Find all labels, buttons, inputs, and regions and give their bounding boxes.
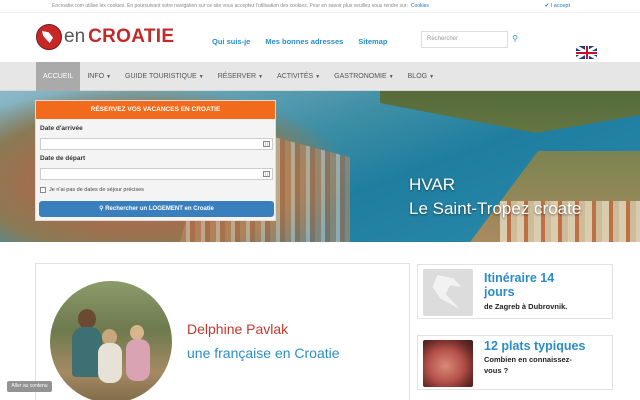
cookie-text: Encroatie.com utilise les cookies. En po… bbox=[52, 3, 408, 9]
author-photo bbox=[50, 281, 172, 400]
nav-item-gastronomie[interactable]: Gastronomie ▼ bbox=[327, 62, 400, 91]
arrival-date-field[interactable] bbox=[40, 138, 273, 150]
cookie-policy-link[interactable]: Cookies bbox=[411, 3, 429, 9]
arrival-label: Date d'arrivée bbox=[40, 125, 83, 132]
cookie-accept-button[interactable]: ✔ I accept bbox=[545, 3, 570, 9]
link-mes-bonnes-adresses[interactable]: Mes bonnes adresses bbox=[265, 37, 343, 46]
author-profile: Delphine Pavlak une française en Croatie bbox=[35, 263, 410, 400]
site-header: en CROATIE Qui suis-je Mes bonnes adress… bbox=[0, 13, 640, 62]
search-input[interactable]: Rechercher bbox=[421, 31, 508, 48]
card-itinerary[interactable]: Itinéraire 14 jours de Zagreb à Dubrovni… bbox=[417, 264, 613, 319]
skip-to-content-button[interactable]: Aller au contenu bbox=[7, 381, 52, 392]
card-title: 12 plats typiques bbox=[484, 339, 586, 353]
main-nav: Accueil Info ▼ Guide touristique ▼ Réserve… bbox=[0, 62, 640, 91]
no-dates-label: Je n'ai pas de dates de séjour précises bbox=[49, 187, 144, 193]
top-links: Qui suis-je Mes bonnes adresses Sitemap bbox=[212, 37, 387, 46]
author-tagline[interactable]: une française en Croatie bbox=[187, 345, 340, 361]
caret-down-icon: ▼ bbox=[388, 74, 394, 80]
cookie-bar: Encroatie.com utilise les cookies. En po… bbox=[0, 0, 640, 13]
caret-down-icon: ▼ bbox=[315, 74, 321, 80]
nav-item-blog[interactable]: Blog ▼ bbox=[401, 62, 441, 91]
booking-header: Réservez vos vacances en Croatie bbox=[36, 101, 275, 119]
nav-item-accueil[interactable]: Accueil bbox=[36, 62, 81, 91]
link-sitemap[interactable]: Sitemap bbox=[358, 37, 387, 46]
card-title: Itinéraire 14 bbox=[484, 271, 555, 285]
nav-item-activites[interactable]: Activités ▼ bbox=[270, 62, 327, 91]
caret-down-icon: ▼ bbox=[429, 74, 435, 80]
search-icon: ⚲ bbox=[99, 206, 104, 212]
caret-down-icon: ▼ bbox=[106, 74, 112, 80]
search-lodging-button[interactable]: ⚲ Rechercher un LOGEMENT en Croatie bbox=[39, 201, 274, 217]
card-text-line2: vous ? bbox=[484, 366, 509, 375]
uk-flag-icon[interactable] bbox=[576, 46, 597, 59]
search-icon[interactable]: ⚲ bbox=[510, 34, 520, 44]
departure-date-field[interactable] bbox=[40, 168, 273, 180]
booking-form: Réservez vos vacances en Croatie Date d'… bbox=[35, 100, 276, 221]
link-qui-suis-je[interactable]: Qui suis-je bbox=[212, 37, 250, 46]
logo-text-en: en bbox=[64, 26, 86, 47]
hero-subtitle: Le Saint-Tropez croate bbox=[409, 199, 582, 218]
author-name[interactable]: Delphine Pavlak bbox=[187, 321, 288, 337]
no-dates-checkbox[interactable] bbox=[40, 187, 46, 193]
ham-dish-thumbnail bbox=[423, 340, 473, 387]
logo-text-croatie: CROATIE bbox=[88, 26, 175, 47]
croatia-map-thumbnail bbox=[423, 269, 473, 316]
calendar-icon[interactable] bbox=[263, 141, 270, 147]
caret-down-icon: ▼ bbox=[198, 74, 204, 80]
card-typical-dishes[interactable]: 12 plats typiques Combien en connaissez-… bbox=[417, 335, 613, 390]
card-text: Combien en connaissez- bbox=[484, 355, 572, 364]
departure-label: Date de départ bbox=[40, 155, 86, 162]
card-text: de Zagreb à Dubrovnik. bbox=[484, 302, 568, 311]
no-dates-checkbox-row[interactable]: Je n'ai pas de dates de séjour précises bbox=[40, 187, 144, 193]
hero-title: HVAR bbox=[409, 175, 455, 194]
card-title-line2: jours bbox=[484, 285, 515, 299]
nav-item-info[interactable]: Info ▼ bbox=[80, 62, 118, 91]
croatia-logo-icon bbox=[36, 24, 62, 50]
nav-item-reserver[interactable]: Réserver ▼ bbox=[211, 62, 270, 91]
site-logo[interactable]: en CROATIE bbox=[36, 24, 174, 50]
caret-down-icon: ▼ bbox=[258, 74, 264, 80]
nav-item-guide[interactable]: Guide touristique ▼ bbox=[118, 62, 211, 91]
calendar-icon[interactable] bbox=[263, 171, 270, 177]
